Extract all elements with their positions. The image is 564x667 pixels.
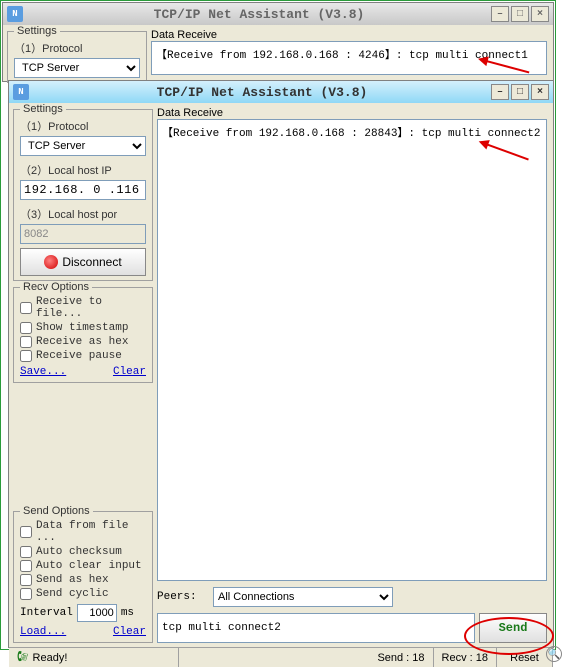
peers-select[interactable]: All Connections (213, 587, 393, 607)
send-options-legend: Send Options (20, 505, 93, 517)
send-input[interactable] (157, 613, 475, 643)
data-from-file-checkbox[interactable]: Data from file ... (20, 520, 146, 544)
settings-legend: Settings (20, 103, 66, 115)
interval-unit: ms (121, 607, 134, 619)
ready-icon: 🕼 (17, 648, 29, 667)
interval-input[interactable] (77, 604, 117, 622)
settings-fieldset-back: Settings （1）Protocol TCP Server (7, 31, 147, 83)
settings-legend: Settings (14, 25, 60, 37)
recv-to-file-checkbox[interactable]: Receive to file... (20, 296, 146, 320)
window-back: N TCP/IP Net Assistant (V3.8) – □ × Sett… (2, 2, 554, 82)
recv-options-legend: Recv Options (20, 281, 92, 293)
maximize-button[interactable]: □ (511, 6, 529, 22)
recv-options-fieldset: Recv Options Receive to file... Show tim… (13, 287, 153, 383)
recv-save-link[interactable]: Save... (20, 366, 66, 378)
disconnect-icon (44, 255, 58, 269)
statusbar: 🕼Ready! Send : 18 Recv : 18 Reset (9, 647, 553, 667)
protocol-label: （1）Protocol (20, 118, 146, 134)
app-icon: N (7, 6, 23, 22)
localip-label: （2）Local host IP (20, 162, 146, 178)
interval-label: Interval (20, 607, 73, 619)
close-button[interactable]: × (531, 6, 549, 22)
send-options-fieldset: Send Options Data from file ... Auto che… (13, 511, 153, 643)
minimize-button[interactable]: – (491, 84, 509, 100)
peers-label: Peers: (157, 591, 205, 603)
receive-textarea[interactable]: 【Receive from 192.168.0.168 : 28843】: tc… (157, 119, 547, 581)
localport-input[interactable] (20, 224, 146, 244)
send-cyclic-checkbox[interactable]: Send cyclic (20, 588, 146, 600)
recv-as-hex-checkbox[interactable]: Receive as hex (20, 336, 146, 348)
status-send: Send : 18 (369, 648, 433, 667)
close-button[interactable]: × (531, 84, 549, 100)
minimize-button[interactable]: – (491, 6, 509, 22)
send-load-link[interactable]: Load... (20, 626, 66, 638)
app-icon: N (13, 84, 29, 100)
maximize-button[interactable]: □ (511, 84, 529, 100)
data-receive-label: Data Receive (157, 107, 547, 119)
recv-clear-link[interactable]: Clear (113, 366, 146, 378)
protocol-label: （1）Protocol (14, 40, 140, 56)
send-clear-link[interactable]: Clear (113, 626, 146, 638)
titlebar-front[interactable]: N TCP/IP Net Assistant (V3.8) – □ × (9, 81, 553, 103)
disconnect-label: Disconnect (62, 255, 121, 269)
protocol-select[interactable]: TCP Server (20, 136, 146, 156)
annotation-ellipse-send (464, 617, 554, 655)
localport-label: （3）Local host por (20, 206, 146, 222)
localip-input[interactable] (20, 180, 146, 200)
disconnect-button[interactable]: Disconnect (20, 248, 146, 276)
app-title: TCP/IP Net Assistant (V3.8) (27, 7, 491, 22)
status-ready: Ready! (33, 652, 68, 664)
send-as-hex-checkbox[interactable]: Send as hex (20, 574, 146, 586)
settings-fieldset: Settings （1）Protocol TCP Server （2）Local… (13, 109, 153, 281)
auto-clear-input-checkbox[interactable]: Auto clear input (20, 560, 146, 572)
protocol-select-back[interactable]: TCP Server (14, 58, 140, 78)
data-receive-label: Data Receive (151, 29, 547, 41)
app-title: TCP/IP Net Assistant (V3.8) (33, 85, 491, 100)
titlebar-back[interactable]: N TCP/IP Net Assistant (V3.8) – □ × (3, 3, 553, 25)
zoom-icon[interactable]: 🔍 (546, 646, 562, 662)
auto-checksum-checkbox[interactable]: Auto checksum (20, 546, 146, 558)
recv-pause-checkbox[interactable]: Receive pause (20, 350, 146, 362)
window-front: N TCP/IP Net Assistant (V3.8) – □ × Sett… (8, 80, 554, 648)
show-timestamp-checkbox[interactable]: Show timestamp (20, 322, 146, 334)
